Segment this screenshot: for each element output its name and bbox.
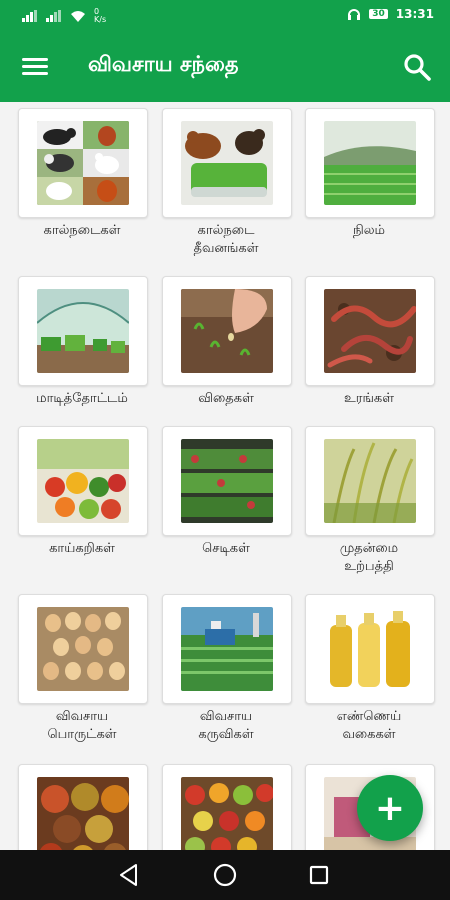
headset-icon <box>348 9 361 20</box>
clock: 13:31 <box>395 7 434 21</box>
app-toolbar: விவசாய சந்தை <box>0 32 450 102</box>
farm-products-image <box>37 607 129 691</box>
system-nav-bar <box>0 850 450 900</box>
category-label: விதைகள் <box>198 391 254 406</box>
battery-indicator: 30 <box>369 9 388 19</box>
signal-icon <box>22 10 37 22</box>
vegetables-image <box>37 439 129 523</box>
fodder-image <box>181 121 273 205</box>
menu-icon-bar <box>22 58 48 61</box>
category-label: முதன்மை உற்பத்தி <box>339 541 399 574</box>
category-card-spices[interactable] <box>18 764 148 850</box>
status-bar: 0 K/s 30 13:31 <box>0 0 450 32</box>
category-label: விவசாய கருவிகள் <box>198 709 254 742</box>
status-right: 30 13:31 <box>347 7 434 21</box>
primary-produce-image <box>324 439 416 523</box>
search-icon[interactable] <box>402 52 432 82</box>
home-icon[interactable] <box>211 861 239 889</box>
category-label: மாடித்தோட்டம் <box>36 391 128 406</box>
category-card-oil-types[interactable] <box>305 594 435 704</box>
category-grid: கால்நடைகள் கால்நடை தீவனங்கள் நிலம் மாடித்… <box>0 102 450 850</box>
plants-image <box>181 439 273 523</box>
livestock-image <box>37 121 129 205</box>
land-image <box>324 121 416 205</box>
category-card-fodder[interactable] <box>162 108 292 218</box>
category-label: காய்கறிகள் <box>49 541 115 556</box>
category-label: உரங்கள் <box>344 391 394 406</box>
net-speed: 0 K/s <box>94 7 107 24</box>
signal-icon-2 <box>46 10 61 22</box>
back-icon[interactable] <box>116 862 142 888</box>
fruits-image <box>181 777 273 850</box>
category-card-fruits[interactable] <box>162 764 292 850</box>
menu-icon-bar <box>22 72 48 75</box>
category-label: செடிகள் <box>202 541 250 556</box>
category-card-fertilizers[interactable] <box>305 276 435 386</box>
app-title: விவசாய சந்தை <box>88 52 239 76</box>
category-label: நிலம் <box>352 223 386 238</box>
category-card-plants[interactable] <box>162 426 292 536</box>
menu-button[interactable] <box>20 54 50 78</box>
add-button[interactable]: + <box>357 775 423 841</box>
category-card-livestock[interactable] <box>18 108 148 218</box>
wifi-icon <box>71 11 85 22</box>
category-card-farm-tools[interactable] <box>162 594 292 704</box>
plus-icon: + <box>374 787 406 829</box>
category-label: எண்ணெய் வகைகள் <box>336 709 402 742</box>
menu-icon-bar <box>22 65 48 68</box>
spices-image <box>37 777 129 850</box>
category-card-primary-produce[interactable] <box>305 426 435 536</box>
category-card-seeds[interactable] <box>162 276 292 386</box>
fertilizers-image <box>324 289 416 373</box>
terrace-garden-image <box>37 289 129 373</box>
farm-tools-image <box>181 607 273 691</box>
seeds-image <box>181 289 273 373</box>
category-card-terrace-garden[interactable] <box>18 276 148 386</box>
category-label: கால்நடை தீவனங்கள் <box>193 223 259 256</box>
category-card-vegetables[interactable] <box>18 426 148 536</box>
category-label: விவசாய பொருட்கள் <box>47 709 117 742</box>
status-left: 0 K/s <box>22 8 106 24</box>
oil-types-image <box>324 607 416 691</box>
recent-apps-icon[interactable] <box>306 862 332 888</box>
category-label: கால்நடைகள் <box>43 223 121 238</box>
category-card-farm-products[interactable] <box>18 594 148 704</box>
category-card-land[interactable] <box>305 108 435 218</box>
